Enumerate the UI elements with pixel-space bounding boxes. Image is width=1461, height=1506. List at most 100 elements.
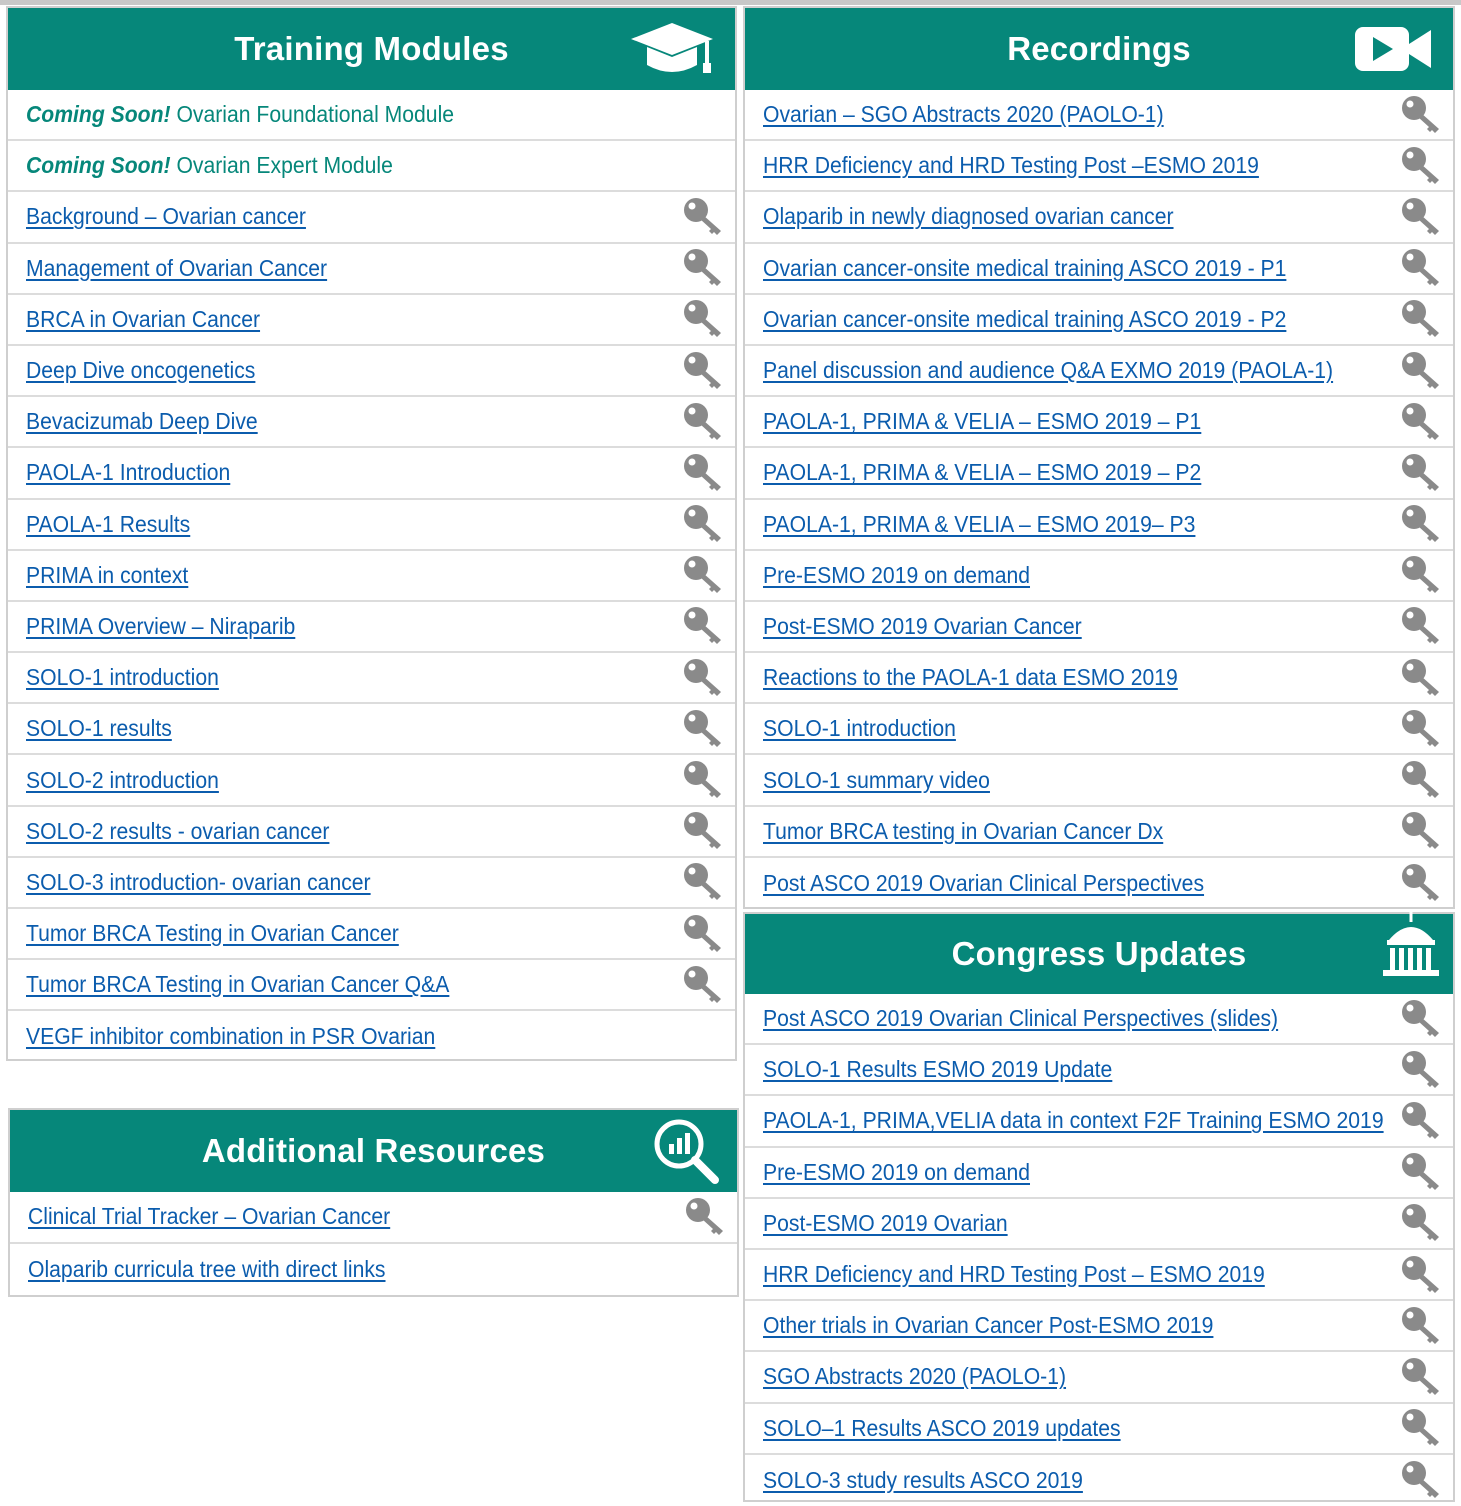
training-module-item[interactable]: Bevacizumab Deep Dive (8, 397, 735, 449)
recording-item[interactable]: Tumor BRCA testing in Ovarian Cancer Dx (745, 807, 1453, 858)
training-module-link[interactable]: SOLO-3 introduction- ovarian cancer (26, 869, 371, 896)
additional-resource-link[interactable]: Clinical Trial Tracker – Ovarian Cancer (28, 1203, 390, 1230)
congress-update-link[interactable]: SOLO-1 Results ESMO 2019 Update (763, 1056, 1112, 1083)
congress-update-link[interactable]: Post-ESMO 2019 Ovarian (763, 1210, 1008, 1237)
key-icon[interactable] (681, 451, 725, 495)
recording-link[interactable]: Post-ESMO 2019 Ovarian Cancer (763, 613, 1082, 640)
training-module-link[interactable]: PRIMA in context (26, 562, 188, 589)
additional-resource-item[interactable]: Clinical Trial Tracker – Ovarian Cancer (10, 1192, 737, 1244)
congress-update-link[interactable]: Pre-ESMO 2019 on demand (763, 1159, 1030, 1186)
key-icon[interactable] (1399, 758, 1443, 802)
training-module-link[interactable]: PAOLA-1 Results (26, 511, 190, 538)
training-module-link[interactable]: Management of Ovarian Cancer (26, 255, 327, 282)
training-module-link[interactable]: SOLO-1 introduction (26, 664, 219, 691)
training-module-item[interactable]: Deep Dive oncogenetics (8, 346, 735, 398)
key-icon[interactable] (681, 707, 725, 751)
training-module-item[interactable]: SOLO-1 results (8, 704, 735, 756)
training-module-link[interactable]: SOLO-1 results (26, 715, 172, 742)
recording-item[interactable]: Pre-ESMO 2019 on demand (745, 551, 1453, 602)
training-module-item[interactable]: Management of Ovarian Cancer (8, 244, 735, 295)
congress-update-item[interactable]: SOLO-1 Results ESMO 2019 Update (745, 1045, 1453, 1097)
congress-update-item[interactable]: SOLO–1 Results ASCO 2019 updates (745, 1404, 1453, 1455)
recording-item[interactable]: SOLO-1 summary video (745, 755, 1453, 807)
key-icon[interactable] (1399, 1304, 1443, 1348)
congress-update-link[interactable]: SOLO–1 Results ASCO 2019 updates (763, 1415, 1121, 1442)
training-module-item[interactable]: SOLO-1 introduction (8, 653, 735, 705)
key-icon[interactable] (1399, 1406, 1443, 1450)
congress-update-item[interactable]: SOLO-3 study results ASCO 2019 (745, 1455, 1453, 1506)
key-icon[interactable] (1399, 297, 1443, 341)
key-icon[interactable] (1399, 861, 1443, 905)
training-module-item[interactable]: VEGF inhibitor combination in PSR Ovaria… (8, 1011, 735, 1062)
key-icon[interactable] (1399, 707, 1443, 751)
additional-resource-link[interactable]: Olaparib curricula tree with direct link… (28, 1256, 386, 1283)
training-module-link[interactable]: Deep Dive oncogenetics (26, 357, 255, 384)
congress-update-link[interactable]: PAOLA-1, PRIMA,VELIA data in context F2F… (763, 1107, 1384, 1134)
training-module-item[interactable]: PRIMA in context (8, 551, 735, 602)
recording-link[interactable]: Ovarian cancer-onsite medical training A… (763, 255, 1286, 282)
key-icon[interactable] (1399, 809, 1443, 853)
key-icon[interactable] (681, 656, 725, 700)
recording-item[interactable]: Reactions to the PAOLA-1 data ESMO 2019 (745, 653, 1453, 705)
recording-link[interactable]: Ovarian cancer-onsite medical training A… (763, 306, 1286, 333)
key-icon[interactable] (681, 963, 725, 1007)
key-icon[interactable] (681, 502, 725, 546)
congress-update-item[interactable]: Other trials in Ovarian Cancer Post-ESMO… (745, 1301, 1453, 1353)
recording-item[interactable]: SOLO-1 introduction (745, 704, 1453, 756)
training-module-item[interactable]: Tumor BRCA Testing in Ovarian Cancer (8, 909, 735, 961)
key-icon[interactable] (681, 758, 725, 802)
recording-link[interactable]: SOLO-1 introduction (763, 715, 956, 742)
recording-link[interactable]: Reactions to the PAOLA-1 data ESMO 2019 (763, 664, 1178, 691)
key-icon[interactable] (681, 860, 725, 904)
training-module-link[interactable]: Tumor BRCA Testing in Ovarian Cancer Q&A (26, 971, 449, 998)
recording-item[interactable]: HRR Deficiency and HRD Testing Post –ESM… (745, 141, 1453, 193)
training-module-item[interactable]: SOLO-2 introduction (8, 755, 735, 807)
recording-link[interactable]: Ovarian – SGO Abstracts 2020 (PAOLO-1) (763, 101, 1164, 128)
training-module-item[interactable]: PRIMA Overview – Niraparib (8, 602, 735, 654)
congress-update-link[interactable]: Other trials in Ovarian Cancer Post-ESMO… (763, 1312, 1213, 1339)
key-icon[interactable] (1399, 451, 1443, 495)
recording-link[interactable]: Pre-ESMO 2019 on demand (763, 562, 1030, 589)
training-module-item[interactable]: PAOLA-1 Introduction (8, 448, 735, 500)
key-icon[interactable] (1399, 553, 1443, 597)
key-icon[interactable] (1399, 502, 1443, 546)
recording-item[interactable]: Ovarian cancer-onsite medical training A… (745, 244, 1453, 295)
recording-item[interactable]: PAOLA-1, PRIMA & VELIA – ESMO 2019– P3 (745, 500, 1453, 551)
congress-update-item[interactable]: SGO Abstracts 2020 (PAOLO-1) (745, 1352, 1453, 1404)
key-icon[interactable] (681, 400, 725, 444)
congress-update-link[interactable]: Post ASCO 2019 Ovarian Clinical Perspect… (763, 1005, 1278, 1032)
training-module-link[interactable]: PRIMA Overview – Niraparib (26, 613, 295, 640)
key-icon[interactable] (681, 809, 725, 853)
congress-update-item[interactable]: Post ASCO 2019 Ovarian Clinical Perspect… (745, 994, 1453, 1046)
recording-link[interactable]: PAOLA-1, PRIMA & VELIA – ESMO 2019 – P1 (763, 408, 1201, 435)
key-icon[interactable] (681, 553, 725, 597)
training-module-link[interactable]: SOLO-2 results - ovarian cancer (26, 818, 329, 845)
key-icon[interactable] (1399, 1099, 1443, 1143)
key-icon[interactable] (1399, 144, 1443, 188)
congress-update-item[interactable]: Post-ESMO 2019 Ovarian (745, 1199, 1453, 1250)
recording-item[interactable]: Panel discussion and audience Q&A EXMO 2… (745, 346, 1453, 398)
training-module-link[interactable]: Background – Ovarian cancer (26, 203, 306, 230)
recording-link[interactable]: PAOLA-1, PRIMA & VELIA – ESMO 2019– P3 (763, 511, 1195, 538)
key-icon[interactable] (1399, 93, 1443, 137)
training-module-link[interactable]: BRCA in Ovarian Cancer (26, 306, 260, 333)
recording-link[interactable]: Panel discussion and audience Q&A EXMO 2… (763, 357, 1333, 384)
recording-item[interactable]: PAOLA-1, PRIMA & VELIA – ESMO 2019 – P2 (745, 448, 1453, 500)
training-module-link[interactable]: Bevacizumab Deep Dive (26, 408, 258, 435)
key-icon[interactable] (681, 195, 725, 239)
recording-item[interactable]: Ovarian cancer-onsite medical training A… (745, 295, 1453, 346)
key-icon[interactable] (1399, 1048, 1443, 1092)
recording-link[interactable]: SOLO-1 summary video (763, 767, 990, 794)
key-icon[interactable] (1399, 997, 1443, 1041)
training-module-item[interactable]: SOLO-2 results - ovarian cancer (8, 807, 735, 858)
key-icon[interactable] (681, 912, 725, 956)
recording-item[interactable]: Olaparib in newly diagnosed ovarian canc… (745, 192, 1453, 244)
congress-update-item[interactable]: Pre-ESMO 2019 on demand (745, 1148, 1453, 1199)
recording-item[interactable]: Post ASCO 2019 Ovarian Clinical Perspect… (745, 858, 1453, 909)
recording-item[interactable]: Ovarian – SGO Abstracts 2020 (PAOLO-1) (745, 90, 1453, 142)
training-module-link[interactable]: PAOLA-1 Introduction (26, 459, 230, 486)
training-module-item[interactable]: Tumor BRCA Testing in Ovarian Cancer Q&A (8, 960, 735, 1012)
key-icon[interactable] (1399, 604, 1443, 648)
congress-update-item[interactable]: PAOLA-1, PRIMA,VELIA data in context F2F… (745, 1096, 1453, 1148)
key-icon[interactable] (1399, 656, 1443, 700)
